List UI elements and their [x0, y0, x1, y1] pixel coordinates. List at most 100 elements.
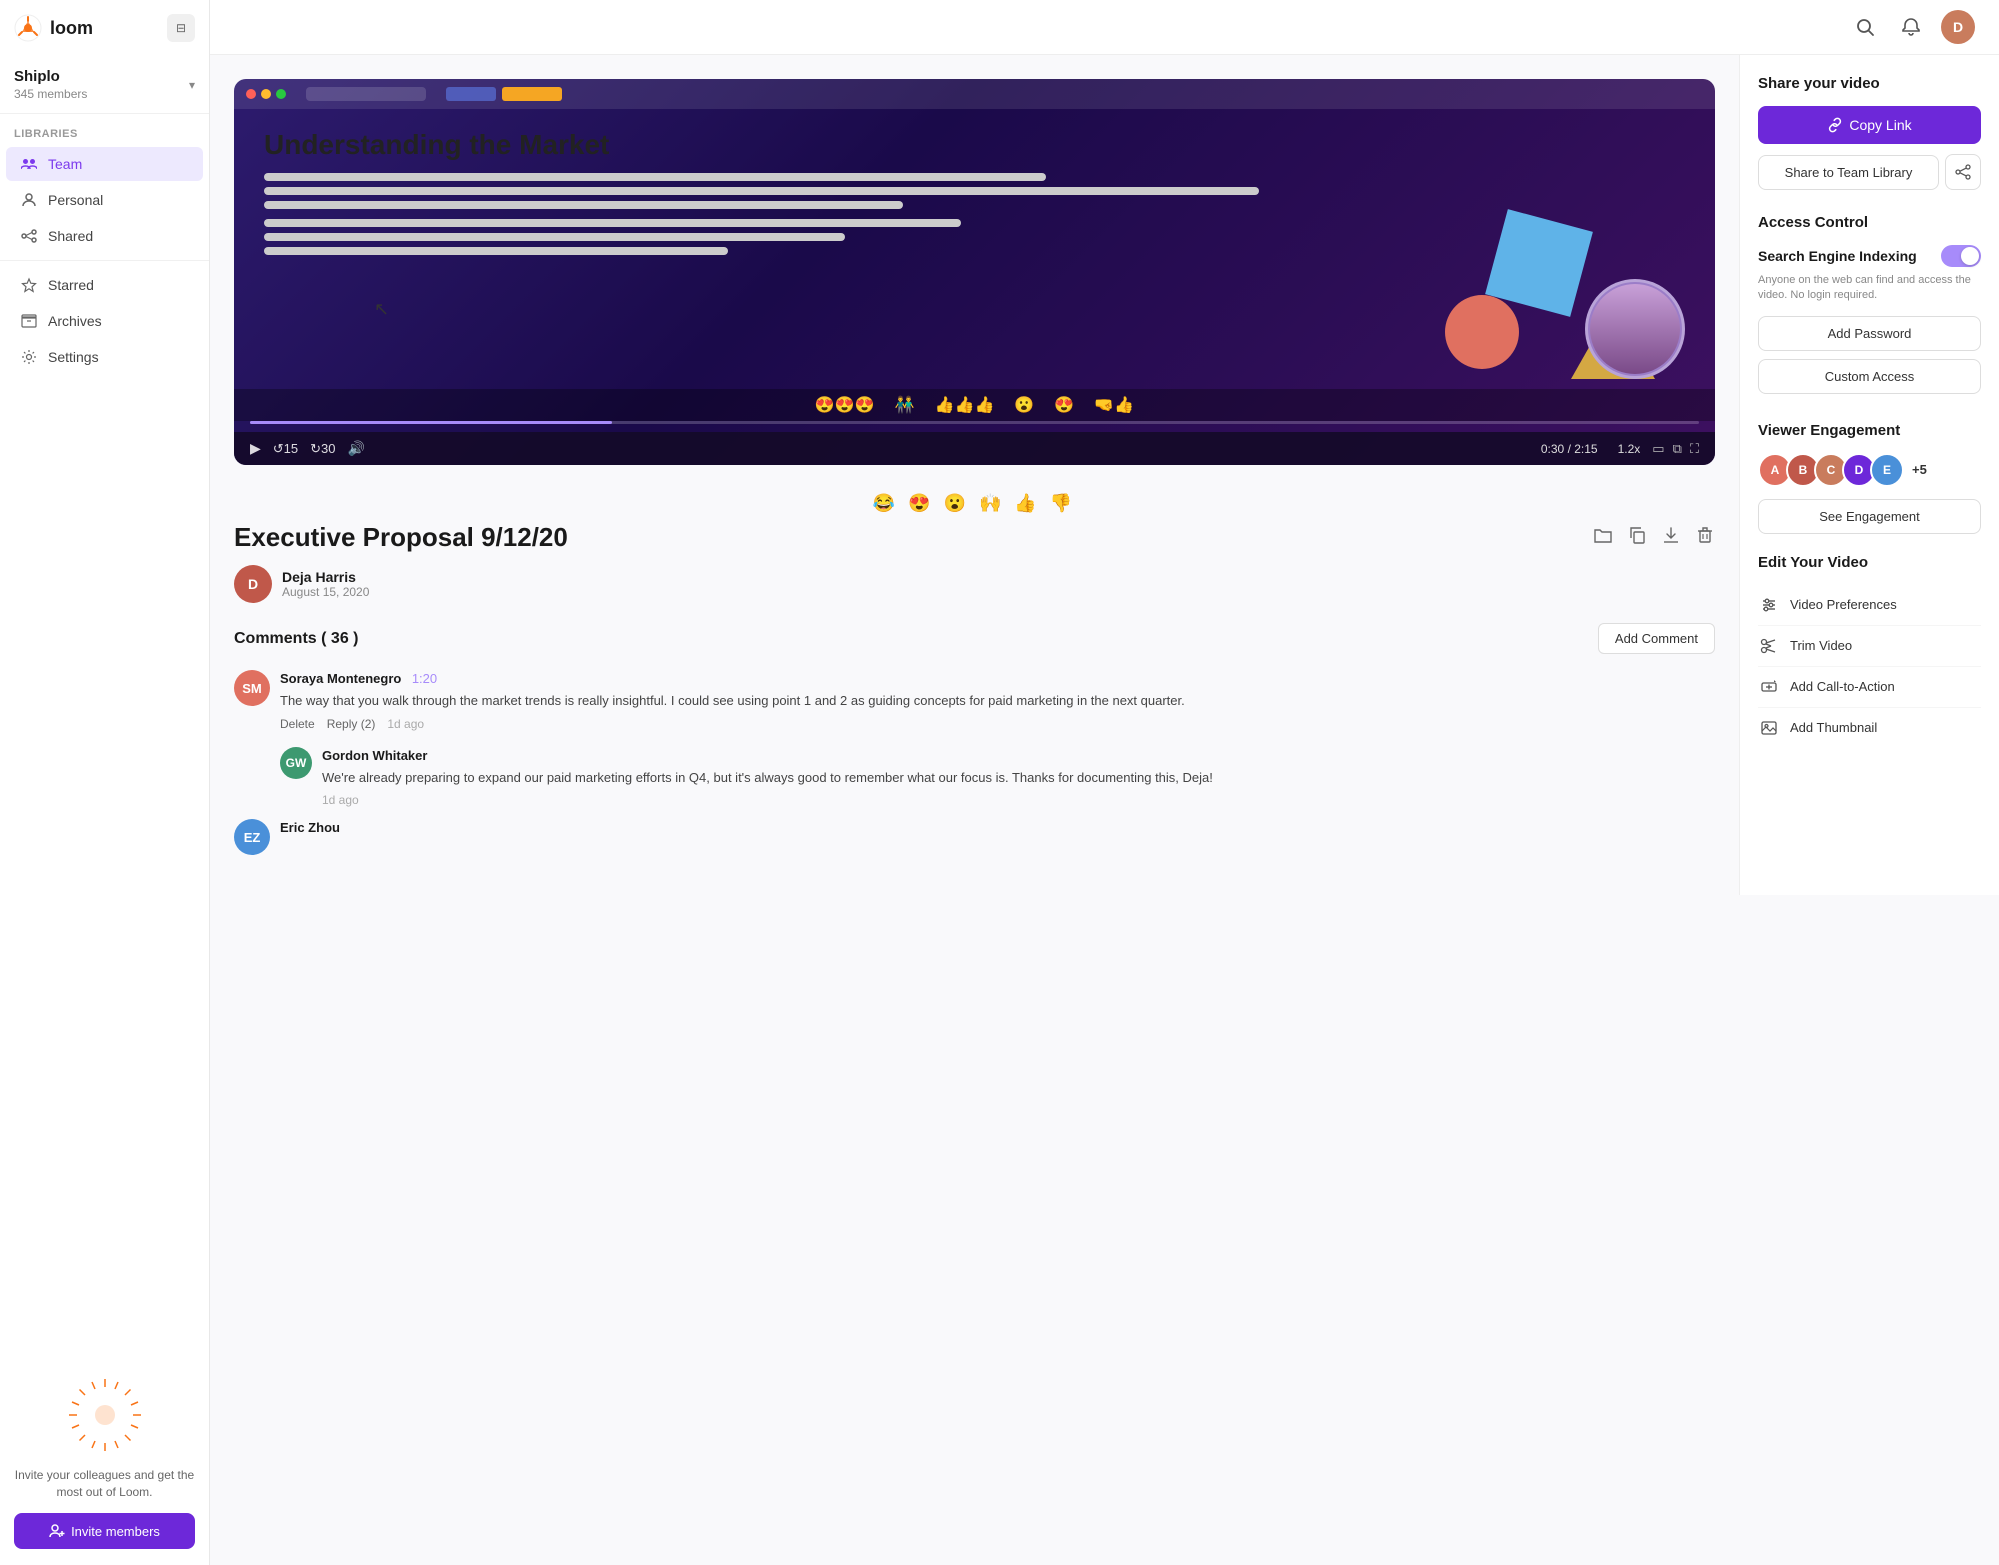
rewind-button[interactable]: ↺15	[273, 441, 298, 457]
add-thumbnail-item[interactable]: Add Thumbnail	[1758, 708, 1981, 748]
volume-button[interactable]: 🔊	[348, 440, 365, 457]
collapse-sidebar-button[interactable]: ⊟	[167, 14, 195, 42]
fullscreen-icon[interactable]: ⛶	[1690, 441, 1699, 457]
slide-text-line-1	[264, 219, 961, 227]
sidebar-item-personal-label: Personal	[48, 192, 103, 208]
current-time-value: 0:30	[1541, 442, 1564, 456]
browser-bar	[234, 79, 1715, 109]
search-indexing-row: Search Engine Indexing	[1758, 245, 1981, 267]
current-time: 0:30 / 2:15	[1541, 442, 1598, 456]
star-icon	[20, 276, 38, 294]
reaction-thumbs-group: 👍👍👍	[935, 395, 995, 415]
pip-icon[interactable]: ⧉	[1673, 441, 1682, 457]
topbar: D	[210, 0, 1999, 55]
user-avatar[interactable]: D	[1941, 10, 1975, 44]
author-avatar: D	[234, 565, 272, 603]
invite-members-button[interactable]: Invite members	[14, 1513, 195, 1549]
sidebar-item-shared[interactable]: Shared	[6, 219, 203, 253]
browser-url-bar	[306, 87, 426, 101]
starburst-illustration	[14, 1375, 195, 1455]
toggle-knob	[1961, 247, 1979, 265]
video-player: Understanding the Market	[234, 79, 1715, 465]
viewer-engagement-section: Viewer Engagement A B C D E +5 See Engag…	[1758, 422, 1981, 534]
workspace-header: Shiplo 345 members ▾	[0, 52, 209, 114]
video-controls: ▶ ↺15 ↻30 🔊 0:30 / 2:15 1.2x ▭ ⧉ ⛶	[234, 432, 1715, 465]
copy-icon[interactable]	[1627, 525, 1647, 550]
total-time-value: 2:15	[1574, 442, 1597, 456]
delete-comment-button[interactable]: Delete	[280, 717, 315, 731]
comments-title: Comments ( 36 )	[234, 630, 359, 648]
slide-line-3	[264, 201, 903, 209]
dot-green	[276, 89, 286, 99]
comment-1-body: Soraya Montenegro 1:20 The way that you …	[280, 670, 1715, 731]
browser-action-2	[502, 87, 562, 101]
share-to-library-button[interactable]: Share to Team Library	[1758, 155, 1939, 190]
sidebar-item-shared-label: Shared	[48, 228, 93, 244]
copy-link-button[interactable]: Copy Link	[1758, 106, 1981, 144]
author-info: Deja Harris August 15, 2020	[282, 569, 369, 599]
slide-line-2	[264, 187, 1259, 195]
dot-yellow	[261, 89, 271, 99]
sidebar-item-starred[interactable]: Starred	[6, 268, 203, 302]
browser-actions	[446, 87, 562, 101]
engagement-extra-count: +5	[1912, 462, 1927, 477]
slide-text-line-2	[264, 233, 845, 241]
author-name: Deja Harris	[282, 569, 369, 585]
comment-1: SM Soraya Montenegro 1:20 The way that y…	[234, 670, 1715, 731]
sidebar-item-settings[interactable]: Settings	[6, 340, 203, 374]
share-external-icon-button[interactable]	[1945, 154, 1981, 190]
access-control-section: Access Control Search Engine Indexing An…	[1758, 214, 1981, 402]
presenter-circle	[1585, 279, 1685, 379]
comment-1-avatar: SM	[234, 670, 270, 706]
progress-bar-area[interactable]	[234, 421, 1715, 432]
comment-next-author: Eric Zhou	[280, 820, 340, 835]
reaction-heart-eyes-group: 😍😍😍	[815, 395, 875, 415]
forward-button[interactable]: ↻30	[310, 441, 335, 457]
invite-button-label: Invite members	[71, 1524, 160, 1539]
bell-icon	[1901, 17, 1921, 37]
add-cta-item[interactable]: Add Call-to-Action	[1758, 667, 1981, 708]
team-icon	[20, 155, 38, 173]
share-icon	[1955, 164, 1971, 180]
download-icon[interactable]	[1661, 525, 1681, 550]
video-action-icons	[1593, 525, 1715, 550]
playback-speed[interactable]: 1.2x	[1618, 442, 1641, 456]
notifications-button[interactable]	[1895, 11, 1927, 43]
reply-button[interactable]: Reply (2)	[327, 717, 376, 731]
trim-video-item[interactable]: Trim Video	[1758, 626, 1981, 667]
video-preferences-item[interactable]: Video Preferences	[1758, 585, 1981, 626]
sidebar-item-team[interactable]: Team	[6, 147, 203, 181]
video-main: Understanding the Market	[210, 55, 1739, 895]
reaction-people-group: 👬	[895, 395, 915, 415]
add-cta-label: Add Call-to-Action	[1790, 679, 1895, 694]
reaction-surprised-group: 😮	[1014, 395, 1034, 415]
search-button[interactable]	[1849, 11, 1881, 43]
comments-count: 36	[331, 630, 349, 647]
access-control-title: Access Control	[1758, 214, 1981, 231]
view-controls: ▭ ⧉ ⛶	[1652, 441, 1699, 457]
custom-access-button[interactable]: Custom Access	[1758, 359, 1981, 394]
folder-icon[interactable]	[1593, 525, 1613, 550]
add-password-button[interactable]: Add Password	[1758, 316, 1981, 351]
see-engagement-button[interactable]: See Engagement	[1758, 499, 1981, 534]
sidebar: loom ⊟ Shiplo 345 members ▾ Libraries Te…	[0, 0, 210, 1565]
comment-1-timestamp[interactable]: 1:20	[412, 671, 437, 686]
delete-icon[interactable]	[1695, 525, 1715, 550]
libraries-section-label: Libraries	[0, 114, 209, 146]
sidebar-item-archives[interactable]: Archives	[6, 304, 203, 338]
comment-next-body: Eric Zhou	[280, 819, 1715, 855]
reaction-smiling-group: 😍	[1054, 395, 1074, 415]
add-comment-button[interactable]: Add Comment	[1598, 623, 1715, 654]
indexing-label: Search Engine Indexing	[1758, 248, 1917, 264]
workspace-selector[interactable]: Shiplo 345 members ▾	[14, 68, 195, 101]
reaction-fist-group: 🤜👍	[1094, 395, 1134, 415]
browser-dots	[246, 89, 286, 99]
rectangle-view-icon[interactable]: ▭	[1652, 441, 1664, 457]
loom-logo-icon	[14, 14, 42, 42]
reply-1-time: 1d ago	[322, 793, 359, 807]
presenter-face	[1590, 284, 1680, 374]
sidebar-item-personal[interactable]: Personal	[6, 183, 203, 217]
play-button[interactable]: ▶	[250, 440, 261, 457]
search-indexing-toggle[interactable]	[1941, 245, 1981, 267]
video-title-row: Executive Proposal 9/12/20	[234, 522, 1715, 553]
